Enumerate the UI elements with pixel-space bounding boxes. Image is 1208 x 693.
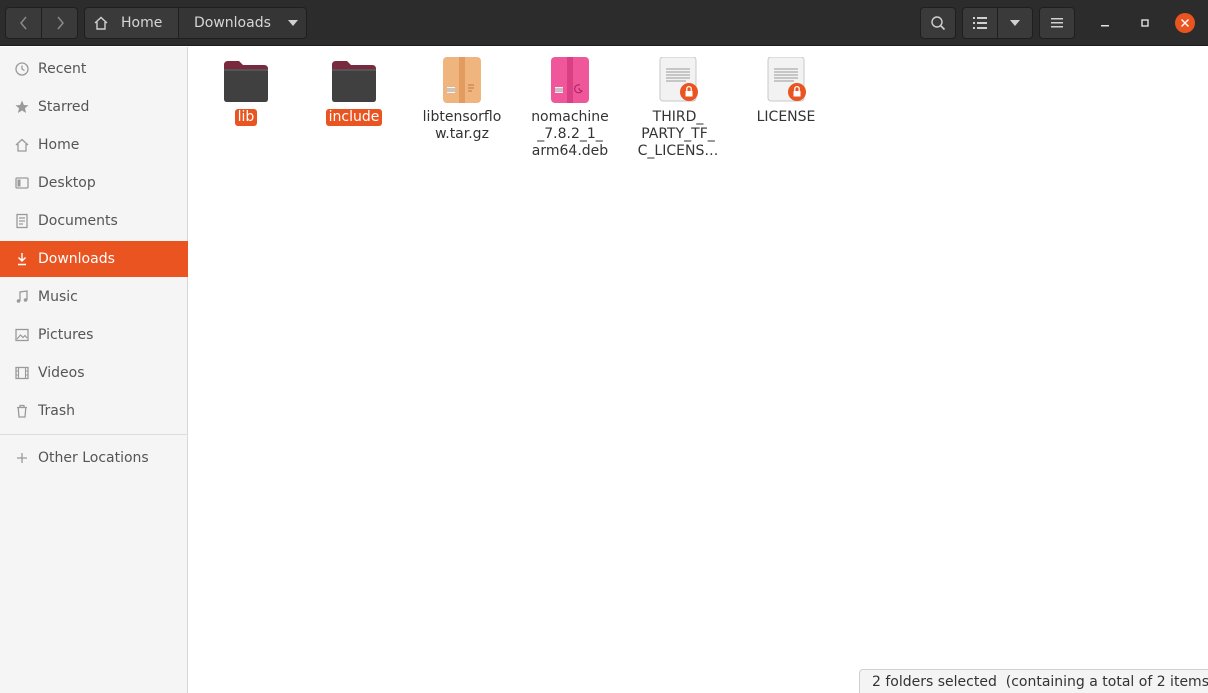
document-icon (13, 213, 31, 229)
locked-text-file-icon (628, 55, 728, 103)
search-icon (931, 16, 946, 31)
file-name-line: nomachine (531, 109, 609, 125)
file-item-third-party-license[interactable]: THIRD_ PARTY_TF_ C_LICENS… (628, 55, 728, 160)
trash-icon (13, 403, 31, 419)
sidebar-item-label: Pictures (38, 327, 94, 343)
view-options-button[interactable] (997, 7, 1033, 39)
folder-icon (304, 55, 404, 103)
file-name-line: libtensorflo (422, 109, 502, 125)
close-button[interactable] (1175, 13, 1195, 33)
path-home-label: Home (121, 15, 163, 31)
path-downloads-button[interactable]: Downloads (179, 7, 307, 39)
sidebar-item-label: Home (38, 137, 80, 153)
path-bar: Home Downloads (84, 7, 307, 39)
sidebar-item-home[interactable]: Home (0, 127, 188, 163)
maximize-button[interactable] (1135, 13, 1155, 33)
file-name: libtensorflo w.tar.gz (412, 109, 512, 143)
path-downloads-label: Downloads (194, 15, 271, 31)
caret-down-icon (1010, 20, 1020, 26)
file-item-nomachine[interactable]: nomachine _7.8.2_1_ arm64.deb (520, 55, 620, 160)
sidebar-item-videos[interactable]: Videos (0, 355, 188, 391)
forward-button[interactable] (41, 7, 78, 39)
sidebar-item-label: Recent (38, 61, 87, 77)
chevron-left-icon (19, 16, 27, 30)
file-name: THIRD_ PARTY_TF_ C_LICENS… (628, 109, 728, 160)
file-item-license[interactable]: LICENSE (736, 55, 836, 126)
search-button[interactable] (920, 7, 956, 39)
sidebar-item-trash[interactable]: Trash (0, 393, 188, 429)
file-name: include (325, 109, 383, 126)
star-icon (13, 99, 31, 115)
main-menu-button[interactable] (1039, 7, 1075, 39)
view-list-button[interactable] (962, 7, 998, 39)
locked-text-file-icon (736, 55, 836, 103)
clock-icon (13, 61, 31, 77)
path-home-button[interactable]: Home (84, 7, 179, 39)
sidebar-item-label: Documents (38, 213, 118, 229)
file-name: nomachine _7.8.2_1_ arm64.deb (520, 109, 620, 160)
sidebar-item-label: Downloads (38, 251, 115, 267)
caret-down-icon (287, 20, 298, 26)
file-name-line: C_LICENS… (637, 143, 719, 159)
file-name-line: PARTY_TF_ (641, 126, 715, 142)
sidebar-item-documents[interactable]: Documents (0, 203, 188, 239)
minimize-button[interactable] (1095, 13, 1115, 33)
minimize-icon (1101, 25, 1109, 27)
hamburger-icon (1051, 18, 1063, 28)
sidebar-item-pictures[interactable]: Pictures (0, 317, 188, 353)
sidebar-item-music[interactable]: Music (0, 279, 188, 315)
file-item-include[interactable]: include (304, 55, 404, 126)
file-item-libtensorflow[interactable]: libtensorflo w.tar.gz (412, 55, 512, 143)
sidebar-item-label: Other Locations (38, 450, 149, 466)
sidebar: Recent Starred Home Desktop Documents Do… (0, 47, 188, 693)
maximize-icon (1141, 19, 1149, 27)
header-bar: Home Downloads (0, 0, 1208, 46)
sidebar-item-label: Starred (38, 99, 90, 115)
plus-icon (13, 450, 31, 466)
file-name-line: LICENSE (756, 109, 816, 125)
sidebar-item-desktop[interactable]: Desktop (0, 165, 188, 201)
chevron-right-icon (56, 16, 64, 30)
file-item-lib[interactable]: lib (196, 55, 296, 126)
file-name: lib (234, 109, 258, 126)
sidebar-item-starred[interactable]: Starred (0, 89, 188, 125)
sidebar-item-label: Desktop (38, 175, 96, 191)
folder-icon (196, 55, 296, 103)
archive-icon (412, 55, 512, 103)
close-icon (1181, 19, 1189, 27)
video-icon (13, 365, 31, 381)
sidebar-item-label: Videos (38, 365, 85, 381)
back-button[interactable] (5, 7, 42, 39)
selection-status: 2 folders selected (containing a total o… (859, 669, 1208, 693)
sidebar-item-downloads[interactable]: Downloads (0, 241, 188, 277)
sidebar-item-recent[interactable]: Recent (0, 51, 188, 87)
list-view-icon (973, 17, 987, 29)
file-name-line: w.tar.gz (435, 126, 489, 142)
sidebar-item-label: Music (38, 289, 78, 305)
music-icon (13, 289, 31, 305)
sidebar-item-other-locations[interactable]: Other Locations (0, 440, 188, 476)
file-name: LICENSE (736, 109, 836, 126)
debian-package-icon (520, 55, 620, 103)
desktop-icon (13, 175, 31, 191)
file-name-line: arm64.deb (531, 143, 609, 159)
file-view[interactable]: lib include libtensorflo w.tar.gz nomach… (189, 47, 1208, 693)
home-icon (13, 137, 31, 153)
file-name-line: THIRD_ (652, 109, 704, 125)
sidebar-separator (0, 434, 188, 435)
home-icon (93, 15, 109, 31)
file-name-line: _7.8.2_1_ (537, 126, 603, 142)
sidebar-item-label: Trash (38, 403, 75, 419)
download-icon (13, 251, 31, 267)
picture-icon (13, 327, 31, 343)
